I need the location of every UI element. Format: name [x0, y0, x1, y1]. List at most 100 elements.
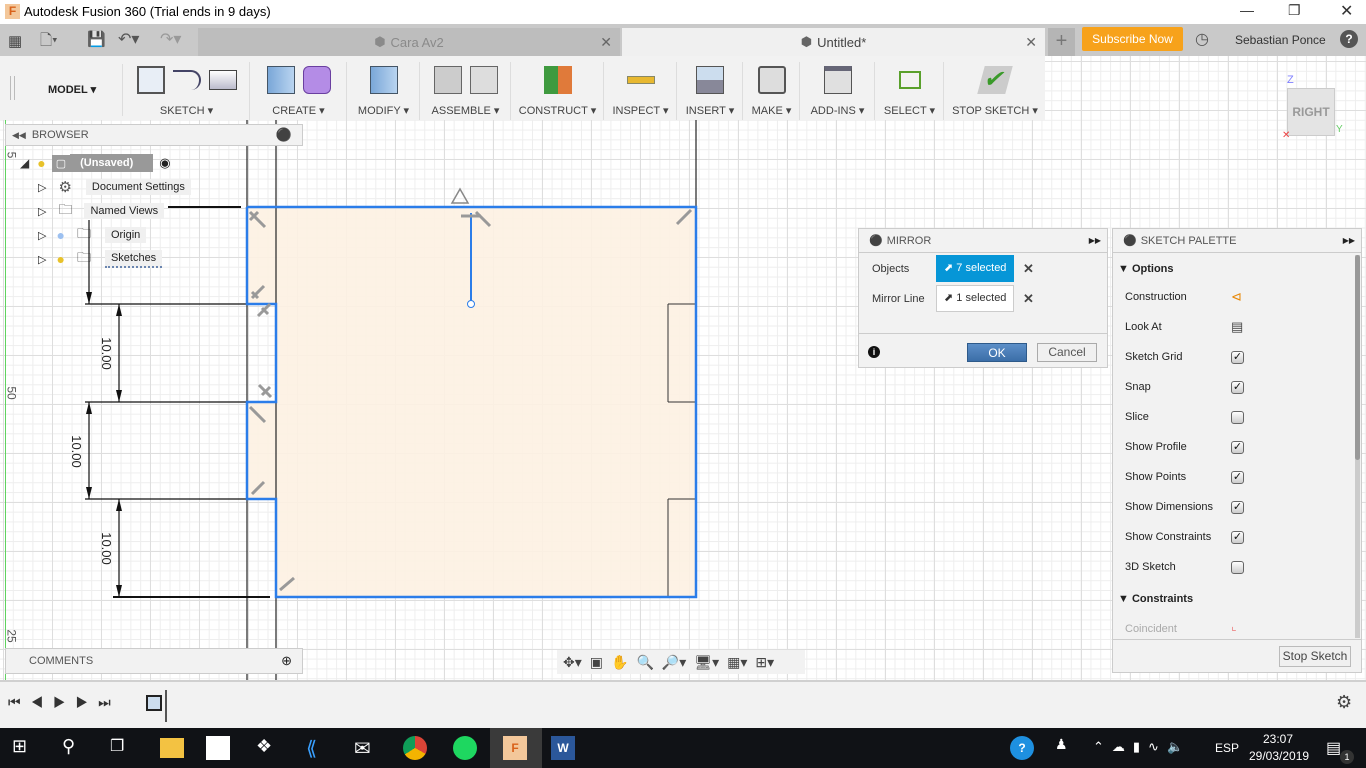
- close-tab-icon[interactable]: ✕: [1025, 34, 1037, 51]
- modify-group[interactable]: MODIFY ▾: [348, 62, 420, 120]
- tray-icons[interactable]: ⌃☁▮∿🔈: [1093, 739, 1191, 755]
- go-to-start-icon[interactable]: ⏮: [8, 694, 31, 710]
- checkbox-3d-sketch[interactable]: [1231, 561, 1244, 574]
- language-indicator[interactable]: ESP: [1215, 741, 1239, 755]
- expand-triangle-icon[interactable]: ◢: [20, 156, 29, 170]
- action-center-icon[interactable]: ▤: [1326, 738, 1341, 758]
- viewcube[interactable]: RIGHT: [1287, 88, 1335, 136]
- visibility-bulb-icon[interactable]: ●: [56, 251, 64, 267]
- expand-triangle-icon[interactable]: ▷: [38, 229, 46, 242]
- minimize-dialog-icon[interactable]: ⚫: [869, 234, 883, 247]
- step-back-icon[interactable]: ◀: [31, 694, 54, 710]
- browser-header[interactable]: ◀◀ BROWSER ⚫: [5, 124, 303, 146]
- chrome-icon[interactable]: [403, 736, 427, 760]
- visibility-bulb-icon[interactable]: ●: [56, 227, 64, 243]
- minimize-browser-icon[interactable]: ⚫: [276, 127, 292, 143]
- expand-triangle-icon[interactable]: ▷: [38, 205, 46, 218]
- save-icon[interactable]: 💾: [87, 30, 106, 48]
- undo-icon[interactable]: ↶▾: [118, 29, 139, 49]
- look-at-icon[interactable]: ▤: [1231, 319, 1243, 335]
- browser-item-origin[interactable]: ▷ ● 🗀 Origin: [38, 225, 147, 245]
- add-comment-icon[interactable]: ⊕: [281, 653, 292, 669]
- checkbox-show-constraints[interactable]: ✓: [1231, 531, 1244, 544]
- coincident-icon[interactable]: ⌞: [1231, 619, 1237, 633]
- extrude-icon[interactable]: [266, 66, 295, 94]
- collapse-browser-icon[interactable]: ◀◀: [12, 130, 26, 141]
- assemble-group[interactable]: ASSEMBLE ▾: [421, 62, 511, 120]
- inspect-group[interactable]: INSPECT ▾: [605, 62, 677, 120]
- stop-sketch-check-icon[interactable]: ✔: [977, 66, 1013, 94]
- objects-selection[interactable]: ⬈ 7 selected: [936, 255, 1014, 282]
- comments-header[interactable]: COMMENTS ⊕: [5, 648, 303, 674]
- stop-sketch-group[interactable]: ✔ STOP SKETCH ▾: [945, 62, 1045, 120]
- construct-group[interactable]: CONSTRUCT ▾: [512, 62, 604, 120]
- timeline-marker[interactable]: [165, 690, 167, 722]
- expand-palette-icon[interactable]: ▶▶: [1343, 236, 1355, 245]
- timeline-sketch-feature[interactable]: [146, 695, 162, 711]
- checkbox-slice[interactable]: [1231, 411, 1244, 424]
- mail-icon[interactable]: ✉: [354, 736, 378, 760]
- 3d-print-icon[interactable]: [757, 66, 786, 94]
- add-ins-group[interactable]: ADD-INS ▾: [801, 62, 875, 120]
- browser-root[interactable]: ◢ ● ▢ (Unsaved) ◉: [20, 153, 171, 173]
- step-forward-icon[interactable]: ▶: [76, 694, 99, 710]
- checkbox-sketch-grid[interactable]: ✓: [1231, 351, 1244, 364]
- palette-header[interactable]: ⚫ SKETCH PALETTE ▶▶: [1113, 229, 1361, 253]
- info-icon[interactable]: i: [868, 346, 880, 358]
- new-tab-button[interactable]: +: [1048, 28, 1075, 56]
- coincident-label[interactable]: Coincident: [1125, 623, 1177, 635]
- orbit-icon[interactable]: ✥▾: [563, 654, 582, 671]
- timeline-settings-gear-icon[interactable]: ⚙: [1336, 692, 1352, 713]
- clear-objects-icon[interactable]: ✕: [1023, 261, 1034, 277]
- expand-triangle-icon[interactable]: ▷: [38, 253, 46, 266]
- scripts-icon[interactable]: [823, 66, 852, 94]
- help-tray-icon[interactable]: ?: [1010, 736, 1034, 760]
- constraints-section-toggle[interactable]: ▼ Constraints: [1118, 593, 1193, 605]
- measure-icon[interactable]: [626, 76, 655, 84]
- grid-settings-icon[interactable]: ▦▾: [727, 654, 747, 671]
- arduino-bolt-icon[interactable]: ⟪: [306, 736, 330, 760]
- mirror-line-selection[interactable]: ⬈ 1 selected: [936, 285, 1014, 312]
- select-icon[interactable]: [898, 71, 921, 89]
- make-group[interactable]: MAKE ▾: [744, 62, 800, 120]
- minimize-palette-icon[interactable]: ⚫: [1123, 234, 1137, 247]
- redo-icon[interactable]: ↷▾: [160, 29, 181, 49]
- create-sketch-icon[interactable]: [136, 66, 165, 94]
- browser-item-named-views[interactable]: ▷ 🗀 Named Views: [38, 201, 165, 221]
- go-to-end-icon[interactable]: ⏭: [98, 694, 121, 710]
- spotify-icon[interactable]: [453, 736, 477, 760]
- dimension-label[interactable]: 10.00: [99, 532, 114, 565]
- rectangle-icon[interactable]: [208, 70, 237, 90]
- file-menu-icon[interactable]: 🗋▾: [40, 30, 58, 55]
- viewports-icon[interactable]: ⊞▾: [755, 654, 774, 671]
- user-name[interactable]: Sebastian Ponce: [1235, 33, 1326, 47]
- file-explorer-icon[interactable]: [160, 738, 184, 758]
- checkbox-show-points[interactable]: ✓: [1231, 471, 1244, 484]
- clock-date[interactable]: 29/03/2019: [1249, 749, 1309, 763]
- close-tab-icon[interactable]: ✕: [600, 34, 612, 51]
- clear-mirror-line-icon[interactable]: ✕: [1023, 291, 1034, 307]
- ok-button[interactable]: OK: [967, 343, 1027, 362]
- task-view-icon[interactable]: ❐: [110, 736, 134, 760]
- workspace-switcher[interactable]: MODEL ▾: [48, 83, 96, 96]
- fit-icon[interactable]: 🔎▾: [662, 654, 686, 671]
- new-component-icon[interactable]: [433, 66, 462, 94]
- browser-item-document-settings[interactable]: ▷ ⚙ Document Settings: [38, 177, 191, 197]
- activate-radio-icon[interactable]: ◉: [159, 155, 170, 171]
- joint-icon[interactable]: [469, 66, 498, 94]
- checkbox-show-profile[interactable]: ✓: [1231, 441, 1244, 454]
- clock-time[interactable]: 23:07: [1263, 732, 1293, 746]
- search-icon[interactable]: ⚲: [62, 736, 86, 760]
- construction-icon[interactable]: ⊲: [1231, 289, 1242, 305]
- insert-group[interactable]: INSERT ▾: [678, 62, 743, 120]
- store-icon[interactable]: [206, 736, 230, 760]
- apps-grid-icon[interactable]: ▦: [8, 32, 22, 50]
- dimension-label[interactable]: 10.00: [69, 435, 84, 468]
- toolbar-grip[interactable]: [10, 76, 15, 100]
- word-icon[interactable]: W: [551, 736, 575, 760]
- offset-plane-icon[interactable]: [543, 66, 572, 94]
- press-pull-icon[interactable]: [369, 66, 398, 94]
- cancel-button[interactable]: Cancel: [1037, 343, 1097, 362]
- play-icon[interactable]: ▶: [53, 694, 76, 710]
- windows-start-icon[interactable]: ⊞: [12, 736, 36, 760]
